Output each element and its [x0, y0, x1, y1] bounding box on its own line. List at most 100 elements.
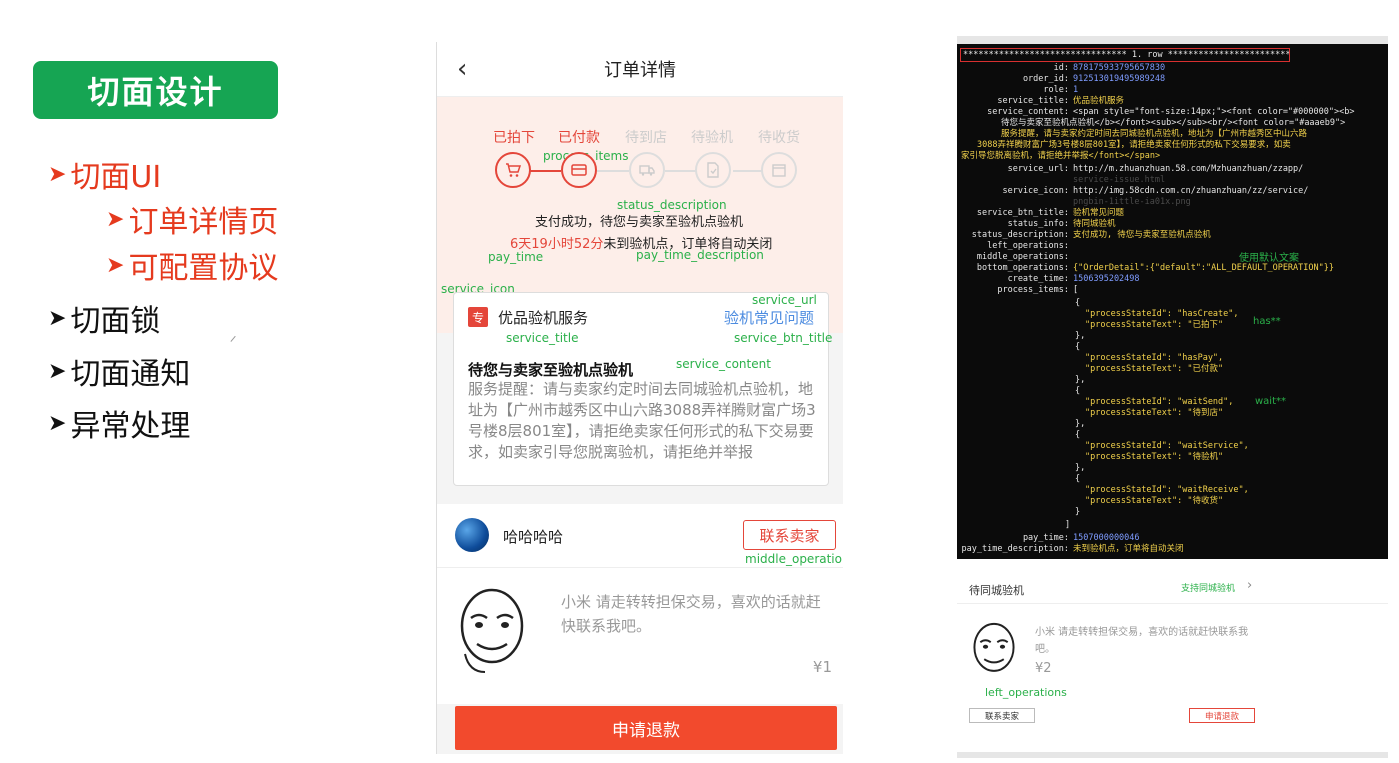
- field-value-cont: service-issue.html: [1073, 175, 1166, 185]
- bullet-text: 切面UI: [70, 160, 162, 195]
- content-line: 家引导您脱离验机，请拒绝并举报</font></span>: [961, 151, 1161, 161]
- field-value: http://img.58cdn.com.cn/zhuanzhuan/zz/se…: [1073, 186, 1309, 196]
- page-title: 订单详情: [604, 60, 676, 81]
- field-key: service_icon:: [1002, 186, 1069, 196]
- item-description: 小米 请走转转担保交易，喜欢的话就赶快联系我吧。: [561, 593, 821, 635]
- content-line: 3088弄祥腾财富广场3号楼8层801室】，请拒绝卖家任何形式的私下交易要求，如…: [977, 140, 1291, 150]
- annotation-status-description: status_description: [617, 198, 727, 212]
- bullet-text: 切面锁: [70, 304, 161, 339]
- arrow-bullet-icon: ➤: [48, 358, 67, 384]
- card-icon: [561, 152, 597, 188]
- terminal-top-bar: [957, 36, 1388, 44]
- bullet-text: 异常处理: [70, 409, 191, 444]
- mini-refund-button[interactable]: 申请退款: [1189, 708, 1255, 723]
- field-key: id:: [1053, 63, 1069, 73]
- bullet-item: ➤ 切面锁: [48, 296, 160, 340]
- step-label: 待验机: [691, 130, 733, 146]
- annotation-left-operations: left_operations: [985, 686, 1067, 699]
- avatar: [455, 518, 489, 552]
- field-key: pay_time_description:: [961, 544, 1069, 554]
- field-value: 1506395202498: [1073, 274, 1140, 284]
- arrow-bullet-icon: ➤: [48, 161, 67, 187]
- json-line: "processStateId": "waitSend",: [1085, 397, 1234, 407]
- json-line: "processStateText": "已付款": [1085, 364, 1224, 374]
- json-brace: {: [1075, 430, 1081, 440]
- box-icon: [761, 152, 797, 188]
- field-value-cont: pngbin-1ittle-ia01x.png: [1073, 197, 1191, 207]
- content-line: 服务提醒，请与卖家约定时间去同城验机点验机，地址为【广州市越秀区中山六路: [1001, 129, 1308, 139]
- mini-contact-seller-button[interactable]: 联系卖家: [969, 708, 1035, 723]
- field-value: 优品验机服务: [1073, 96, 1125, 106]
- json-brace: },: [1075, 375, 1086, 385]
- field-key: service_title:: [997, 96, 1069, 106]
- truck-icon: [629, 152, 665, 188]
- annotation-pay-time: pay_time: [488, 250, 544, 264]
- arrow-bullet-icon: ➤: [106, 252, 125, 278]
- seller-section: 哈哈哈哈 联系卖家 middle_operation 小米 请走转转担保交易，喜…: [437, 504, 843, 722]
- bullet-text: 可配置协议: [128, 251, 279, 286]
- step-label: 已拍下: [493, 130, 535, 146]
- step-label: 已付款: [558, 130, 600, 146]
- contact-seller-button[interactable]: 联系卖家: [743, 520, 836, 550]
- service-content: 服务提醒：请与卖家约定时间去同城验机点验机，地址为【广州市越秀区中山六路3088…: [468, 380, 816, 461]
- json-brace: {: [1075, 298, 1081, 308]
- json-brace: }: [1075, 507, 1081, 517]
- annotation-middle-operation: middle_operation: [745, 552, 843, 566]
- json-line: "processStateId": "waitService",: [1085, 441, 1249, 451]
- field-key: service_content:: [987, 107, 1069, 117]
- content-line: 待您与卖家至验机点验机</b></font><sub></sub><br/><f…: [1001, 118, 1346, 128]
- chevron-left-icon[interactable]: ‹: [457, 54, 467, 84]
- bullet-text: 订单详情页: [128, 205, 279, 240]
- phone-order-detail: ‹ 订单详情 已拍下 已付款 待到店 待验机 待收货 process_items: [436, 42, 843, 754]
- step-label: 待收货: [758, 130, 800, 146]
- row-header: ******************************** 1. row …: [960, 48, 1290, 62]
- field-value: [: [1073, 285, 1079, 295]
- field-value: 1507000000046: [1073, 533, 1140, 543]
- meme-face-image: [973, 622, 1015, 672]
- service-card: service_url 专 优品验机服务 验机常见问题 service_titl…: [453, 292, 833, 486]
- field-key: role:: [1043, 85, 1069, 95]
- json-line: "processStateId": "hasCreate",: [1085, 309, 1239, 319]
- json-brace: {: [1075, 386, 1081, 396]
- item-price: ¥1: [812, 658, 832, 676]
- bullet-item: ➤ 切面通知: [48, 349, 190, 393]
- field-key: status_description:: [971, 230, 1069, 240]
- step-connector: [529, 170, 561, 172]
- json-brace: {: [1075, 474, 1081, 484]
- annotation-service-content: service_content: [676, 357, 771, 371]
- bullet-item: ➤ 订单详情页: [106, 197, 278, 241]
- chevron-right-icon[interactable]: ›: [1247, 578, 1252, 593]
- bottom-strip: [957, 752, 1388, 758]
- divider: [437, 567, 843, 568]
- json-line: "processStateId": "hasPay",: [1085, 353, 1224, 363]
- field-value: 支付成功, 待您与卖家至验机点验机: [1073, 230, 1211, 240]
- annotation-service-url: service_url: [752, 293, 817, 307]
- json-brace: },: [1075, 463, 1086, 473]
- json-brace: {: [1075, 342, 1081, 352]
- field-value: 未到验机点，订单将自动关闭: [1073, 544, 1184, 554]
- cart-icon: [495, 152, 531, 188]
- annotation-service-btn-title: service_btn_title: [734, 331, 833, 345]
- field-value: 912513019495989248: [1073, 74, 1166, 84]
- refund-button[interactable]: 申请退款: [455, 706, 837, 750]
- json-line: "processStateText": "已拍下": [1085, 320, 1224, 330]
- field-value: <span style="font-size:14px;"><font colo…: [1073, 107, 1355, 117]
- service-badge-icon: 专: [468, 307, 488, 327]
- field-value: 1: [1073, 85, 1079, 95]
- pen-cursor-mark: [230, 335, 240, 346]
- field-key: service_url:: [1007, 164, 1069, 174]
- field-value: 878175933795657830: [1073, 63, 1166, 73]
- step-label: 待到店: [625, 130, 667, 146]
- json-brace: },: [1075, 331, 1086, 341]
- mini-item-price: ¥2: [1035, 661, 1052, 676]
- service-faq-link[interactable]: 验机常见问题: [724, 307, 814, 328]
- json-brace: },: [1075, 419, 1086, 429]
- arrow-bullet-icon: ➤: [48, 410, 67, 436]
- annotation-default-text: 使用默认文案: [1239, 253, 1299, 264]
- seller-name: 哈哈哈哈: [503, 528, 564, 546]
- service-content-heading: 待您与卖家至验机点验机: [468, 361, 634, 379]
- mini-support-link[interactable]: 支持同城验机: [1181, 581, 1235, 594]
- terminal-output: ******************************** 1. row …: [957, 36, 1388, 559]
- json-line: "processStateText": "待到店": [1085, 408, 1224, 418]
- annotation-wait: wait**: [1255, 396, 1287, 407]
